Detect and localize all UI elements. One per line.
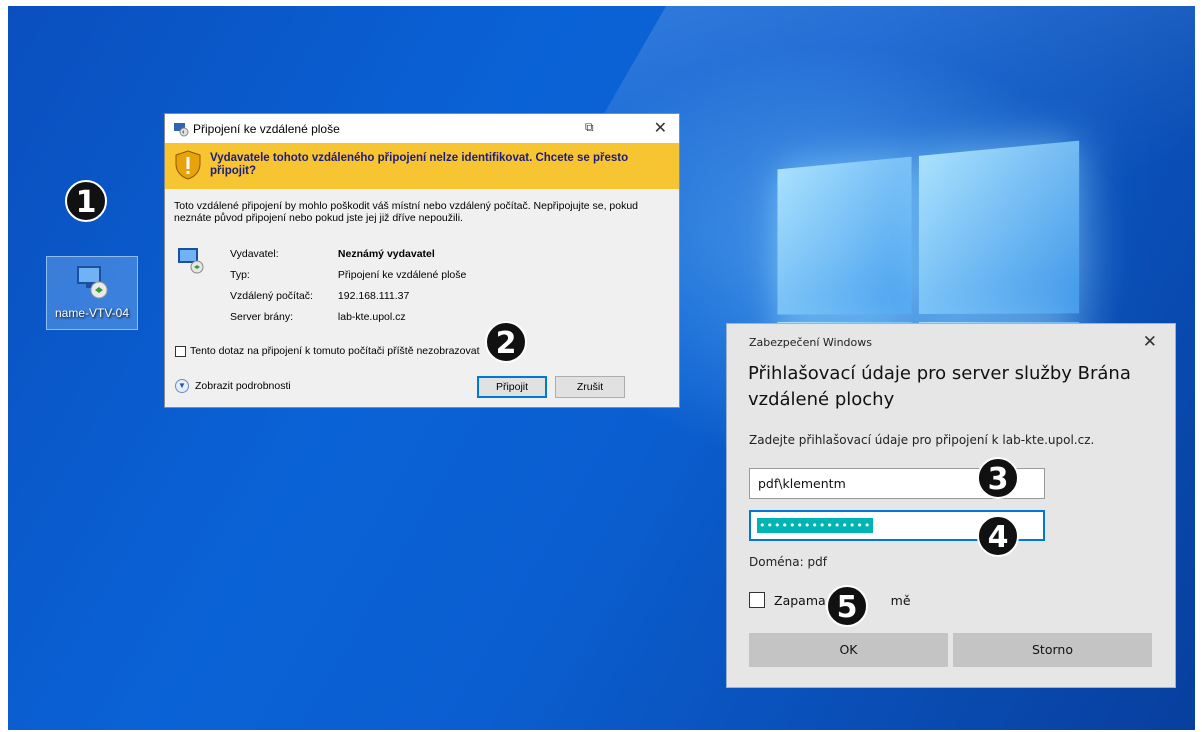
dont-ask-checkbox[interactable]: Tento dotaz na připojení k tomuto počíta…	[175, 345, 480, 357]
field-key: Typ:	[230, 269, 250, 281]
publisher-row: Vydavatel: Neznámý vydavatel	[230, 248, 435, 260]
desktop-icon-rdp-file[interactable]: name-VTV-04	[46, 256, 138, 330]
step-badge-5: 5	[826, 585, 868, 627]
remote-desktop-icon	[77, 266, 108, 299]
checkbox-box[interactable]	[749, 592, 765, 608]
field-value: Neznámý vydavatel	[337, 248, 435, 260]
dialog-title: Připojení ke vzdálené ploše	[193, 122, 340, 136]
password-value: •••••••••••••••	[757, 518, 874, 533]
dialog-heading: Přihlašovací údaje pro server služby Brá…	[748, 363, 1131, 410]
details-label: Zobrazit podrobnosti	[195, 380, 291, 392]
cancel-button[interactable]: Zrušit	[555, 376, 625, 398]
shield-warning-icon	[175, 150, 201, 180]
step-badge-4: 4	[977, 515, 1019, 557]
warning-description: Toto vzdálené připojení by mohlo poškodi…	[174, 200, 639, 224]
remote-computer-icon	[178, 248, 204, 274]
dialog-titlebar: Připojení ke vzdálené ploše ⧉ ✕	[165, 114, 679, 143]
ok-button[interactable]: OK	[749, 633, 948, 667]
chevron-down-icon[interactable]: ▼	[175, 379, 189, 393]
gateway-row: Server brány: lab-kte.upol.cz	[230, 311, 406, 323]
checkbox-label: Tento dotaz na připojení k tomuto počíta…	[190, 345, 480, 357]
field-value: lab-kte.upol.cz	[337, 311, 406, 323]
remote-desktop-icon	[174, 123, 189, 137]
field-key: Vzdálený počítač:	[230, 290, 313, 302]
remember-label-end: mě	[890, 592, 911, 608]
step-badge-3: 3	[977, 457, 1019, 499]
warning-banner: Vydavatele tohoto vzdáleného připojení n…	[165, 143, 679, 189]
step-badge-2: 2	[485, 321, 527, 363]
desktop-icon-label: name-VTV-04	[54, 306, 130, 320]
remember-label-start: Zapama	[774, 592, 826, 608]
domain-label: Doména: pdf	[749, 555, 827, 569]
field-value: Připojení ke vzdálené ploše	[337, 269, 467, 281]
connect-button[interactable]: Připojit	[477, 376, 547, 398]
warning-text: Vydavatele tohoto vzdáleného připojení n…	[210, 152, 629, 177]
rdp-warning-dialog: Připojení ke vzdálené ploše ⧉ ✕ Vydavate…	[164, 113, 680, 408]
username-value: pdf\klementm	[758, 476, 846, 491]
remote-computer-row: Vzdálený počítač: 192.168.111.37	[230, 290, 409, 302]
pin-icon[interactable]: ⧉	[585, 120, 594, 135]
credentials-dialog: Zabezpečení Windows ✕ Přihlašovací údaje…	[726, 323, 1176, 688]
type-row: Typ: Připojení ke vzdálené ploše	[230, 269, 466, 281]
dialog-description: Zadejte přihlašovací údaje pro připojení…	[749, 433, 1095, 447]
field-key: Server brány:	[230, 311, 294, 323]
dialog-title: Zabezpečení Windows	[749, 336, 872, 349]
step-badge-1: 1	[65, 180, 107, 222]
close-icon[interactable]: ✕	[654, 118, 667, 138]
show-details-toggle[interactable]: ▼ Zobrazit podrobnosti	[175, 379, 291, 393]
close-icon[interactable]: ✕	[1143, 332, 1157, 352]
field-key: Vydavatel:	[230, 248, 279, 260]
storno-button[interactable]: Storno	[953, 633, 1152, 667]
checkbox-box[interactable]	[175, 345, 186, 357]
field-value: 192.168.111.37	[337, 290, 410, 302]
